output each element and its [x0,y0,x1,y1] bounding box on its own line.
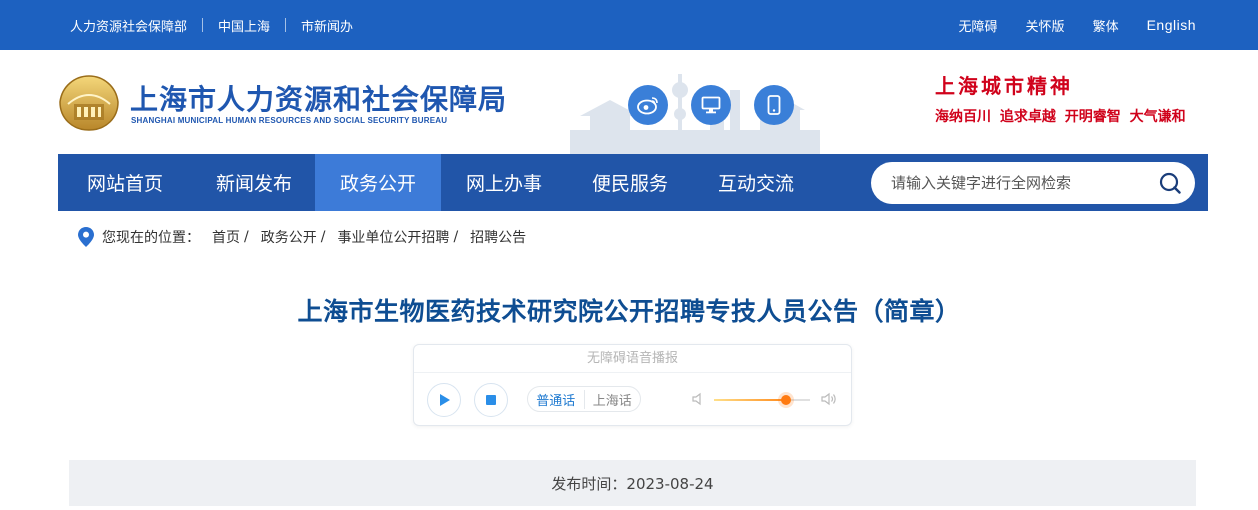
main-nav: 网站首页 新闻发布 政务公开 网上办事 便民服务 互动交流 [58,154,1208,211]
link-mohrss[interactable]: 人力资源社会保障部 [70,16,187,35]
weibo-icon [637,97,658,115]
breadcrumb-separator: / [320,229,326,245]
publish-info-bar: 发布时间：2023-08-24 [69,460,1196,506]
player-title: 无障碍语音播报 [414,345,851,373]
top-bar: 人力资源社会保障部 中国上海 市新闻办 无障碍 关怀版 繁体 English [0,0,1258,50]
site-subtitle: SHANGHAI MUNICIPAL HUMAN RESOURCES AND S… [131,116,448,125]
volume-fill [714,399,786,401]
link-english[interactable]: English [1147,17,1196,33]
volume-low-icon[interactable] [691,392,705,406]
breadcrumb-government-affairs[interactable]: 政务公开 [261,227,317,247]
volume-high-icon[interactable] [820,392,838,406]
site-title[interactable]: 上海市人力资源和社会保障局 [130,78,507,118]
search-box [871,162,1195,204]
nav-item-home[interactable]: 网站首页 [58,154,192,211]
city-spirit-slogan: 海纳百川 追求卓越 开明睿智 大气谦和 [935,109,1186,125]
audio-player: 无障碍语音播报 普通话 上海话 [413,344,852,426]
stop-button[interactable] [474,383,508,417]
top-bar-left-links: 人力资源社会保障部 中国上海 市新闻办 [70,0,353,50]
site-header: 上海市人力资源和社会保障局 SHANGHAI MUNICIPAL HUMAN R… [0,50,1258,154]
nav-item-online-services[interactable]: 网上办事 [441,154,567,211]
search-icon[interactable] [1159,172,1181,194]
breadcrumb-separator: / [453,229,459,245]
top-bar-right-links: 无障碍 关怀版 繁体 English [959,0,1196,50]
breadcrumb-separator: / [244,229,249,245]
play-icon [440,394,450,406]
link-news-office[interactable]: 市新闻办 [301,16,353,35]
link-traditional-chinese[interactable]: 繁体 [1093,16,1119,35]
desktop-icon [701,96,721,114]
divider [202,18,204,32]
breadcrumb-public-recruitment[interactable]: 事业单位公开招聘 [337,227,449,247]
bureau-emblem-icon[interactable] [58,74,120,132]
nav-item-news[interactable]: 新闻发布 [192,154,316,211]
link-china-shanghai[interactable]: 中国上海 [218,16,270,35]
nav-item-public-services[interactable]: 便民服务 [567,154,693,211]
mobile-button[interactable] [754,85,794,125]
desktop-button[interactable] [691,85,731,125]
location-pin-icon [78,227,94,247]
link-elderly-mode[interactable]: 关怀版 [1026,16,1065,35]
publish-date: 发布时间：2023-08-24 [551,474,714,493]
breadcrumb-recruitment-notice[interactable]: 招聘公告 [470,227,526,247]
article-title: 上海市生物医药技术研究院公开招聘专技人员公告（简章） [297,297,961,326]
search-input[interactable] [891,172,1141,194]
nav-item-interaction[interactable]: 互动交流 [693,154,819,211]
lang-shanghainese[interactable]: 上海话 [585,390,641,409]
breadcrumb-home[interactable]: 首页 [212,227,240,247]
play-button[interactable] [427,383,461,417]
nav-item-government-affairs[interactable]: 政务公开 [315,154,441,211]
breadcrumb-label: 您现在的位置： [102,230,200,246]
divider [285,18,287,32]
language-toggle: 普通话 上海话 [527,386,641,412]
stop-icon [486,395,496,405]
volume-knob[interactable] [781,395,791,405]
breadcrumb: 您现在的位置： 首页 / 政务公开 / 事业单位公开招聘 / 招聘公告 [78,226,526,248]
city-spirit-title: 上海城市精神 [935,74,1073,98]
mobile-icon [767,95,781,115]
lang-mandarin[interactable]: 普通话 [528,389,585,409]
volume-slider[interactable] [714,395,810,405]
link-accessibility[interactable]: 无障碍 [959,16,998,35]
weibo-button[interactable] [628,85,668,125]
